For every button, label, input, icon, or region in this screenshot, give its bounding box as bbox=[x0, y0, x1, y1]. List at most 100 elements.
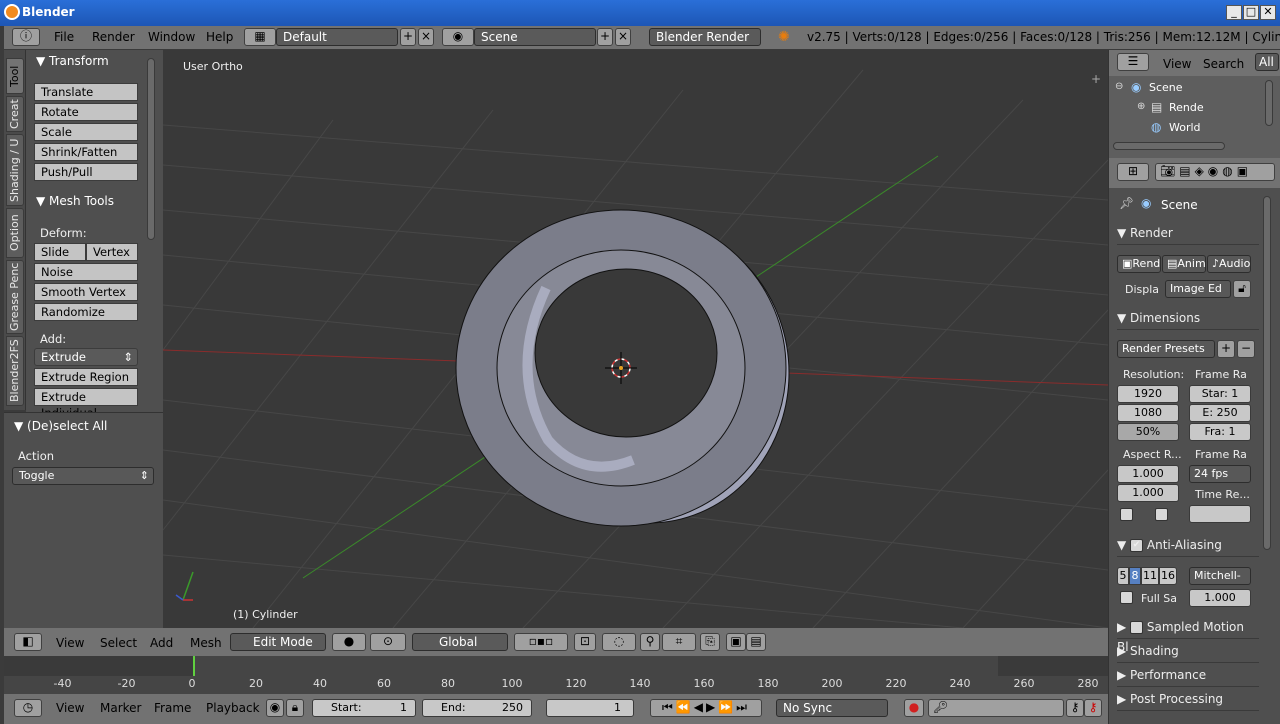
render-animation-button[interactable]: ▤Anim bbox=[1162, 255, 1206, 273]
translate-button[interactable]: Translate bbox=[34, 83, 138, 101]
tab-create[interactable]: Creat bbox=[6, 96, 24, 132]
layout-select[interactable]: Default bbox=[276, 28, 398, 46]
aa-samples-5[interactable]: 5 bbox=[1117, 567, 1129, 585]
tab-blender2fs[interactable]: Blender2FS bbox=[6, 336, 24, 406]
outliner-scene[interactable]: Scene bbox=[1149, 81, 1183, 94]
editor-type-properties-icon[interactable]: ⊞ bbox=[1117, 163, 1149, 181]
mode-select[interactable]: Edit Mode bbox=[230, 633, 326, 651]
menu-view[interactable]: View bbox=[56, 636, 84, 650]
aa-samples-11[interactable]: 11 bbox=[1141, 567, 1159, 585]
occlude-geometry-icon[interactable]: ⊡ bbox=[574, 633, 596, 651]
outliner-menu-search[interactable]: Search bbox=[1203, 57, 1244, 71]
viewport-shading-icon[interactable]: ● bbox=[332, 633, 366, 651]
extrude-dropdown[interactable]: Extrude ⇕ bbox=[34, 348, 138, 366]
dimensions-panel-header[interactable]: ▼ Dimensions bbox=[1117, 308, 1259, 330]
editor-type-timeline-icon[interactable]: ◷ bbox=[14, 699, 42, 717]
layout-icon[interactable]: ▦ bbox=[244, 28, 276, 46]
current-frame-field[interactable]: 1 bbox=[546, 699, 634, 717]
aa-samples-16[interactable]: 16 bbox=[1159, 567, 1177, 585]
render-engine-select[interactable]: Blender Render bbox=[649, 28, 761, 46]
extrude-individual-button[interactable]: Extrude Individual bbox=[34, 388, 138, 420]
editor-type-3d-icon[interactable]: ◧ bbox=[14, 633, 42, 651]
editor-type-outliner-icon[interactable]: ☰ bbox=[1117, 53, 1149, 71]
properties-context-tabs[interactable]: 📷︎▤◈◉◍▣ bbox=[1155, 163, 1275, 181]
3d-viewport[interactable]: User Ortho (1) Cylinder + bbox=[163, 50, 1108, 628]
collapse-icon[interactable]: ⊖ bbox=[1115, 81, 1123, 92]
frame-end-field[interactable]: E: 250 bbox=[1189, 404, 1251, 422]
render-still-button[interactable]: ▣Rend bbox=[1117, 255, 1161, 273]
menu-playback[interactable]: Playback bbox=[206, 701, 260, 715]
crop-checkbox[interactable] bbox=[1155, 508, 1168, 521]
tab-tool[interactable]: Tool bbox=[6, 58, 24, 94]
performance-panel-header[interactable]: ▶ Performance bbox=[1117, 665, 1259, 687]
outliner-v-scrollbar[interactable] bbox=[1265, 80, 1273, 126]
time-remap-field[interactable] bbox=[1189, 505, 1251, 523]
deselect-all-header[interactable]: ▼ (De)select All bbox=[14, 419, 107, 433]
border-checkbox[interactable] bbox=[1120, 508, 1133, 521]
fps-select[interactable]: 24 fps bbox=[1189, 465, 1251, 483]
insert-keyframe-icon[interactable]: ⚷ bbox=[1066, 699, 1084, 717]
frame-step-field[interactable]: Fra: 1 bbox=[1189, 423, 1251, 441]
timeline[interactable]: -40 -20 0 20 40 60 80 100 120 140 160 180 200 220 240 2… bbox=[4, 656, 1108, 694]
outliner-world[interactable]: World bbox=[1169, 121, 1201, 134]
render-presets-select[interactable]: Render Presets bbox=[1117, 340, 1215, 358]
rotate-button[interactable]: Rotate bbox=[34, 103, 138, 121]
resolution-y-field[interactable]: 1080 bbox=[1117, 404, 1179, 422]
smooth-vertex-button[interactable]: Smooth Vertex bbox=[34, 283, 138, 301]
select-mode-icons[interactable]: ▫▪▫ bbox=[514, 633, 568, 651]
snap-element-icon[interactable]: ⌗ bbox=[662, 633, 696, 651]
expand-icon[interactable]: ⊕ bbox=[1137, 101, 1145, 112]
sampled-motion-blur-panel-header[interactable]: ▶ Sampled Motion Bl bbox=[1117, 617, 1259, 654]
scene-remove-icon[interactable]: × bbox=[615, 28, 631, 46]
menu-window[interactable]: Window bbox=[148, 30, 195, 44]
aa-filter-select[interactable]: Mitchell- bbox=[1189, 567, 1251, 585]
aspect-y-field[interactable]: 1.000 bbox=[1117, 484, 1179, 502]
display-select[interactable]: Image Ed bbox=[1165, 280, 1231, 298]
outliner-render-layers[interactable]: Rende bbox=[1169, 101, 1204, 114]
proportional-edit-icon[interactable]: ◌ bbox=[602, 633, 636, 651]
anti-aliasing-checkbox[interactable]: ✔ bbox=[1130, 539, 1144, 552]
editor-type-info-icon[interactable]: ⓘ bbox=[12, 28, 40, 46]
menu-file[interactable]: File bbox=[54, 30, 74, 44]
render-audio-button[interactable]: ♪Audio bbox=[1207, 255, 1251, 273]
extrude-region-button[interactable]: Extrude Region bbox=[34, 368, 138, 386]
shrink-fatten-button[interactable]: Shrink/Fatten bbox=[34, 143, 138, 161]
randomize-button[interactable]: Randomize bbox=[34, 303, 138, 321]
post-processing-panel-header[interactable]: ▶ Post Processing bbox=[1117, 689, 1259, 711]
tab-options[interactable]: Option bbox=[6, 208, 24, 258]
menu-help[interactable]: Help bbox=[206, 30, 233, 44]
menu-frame[interactable]: Frame bbox=[154, 701, 191, 715]
playback-controls[interactable]: ⏮⏪◀▶⏩⏭ bbox=[650, 699, 762, 717]
slide-edge-button[interactable]: Slide Ed bbox=[34, 243, 86, 275]
pin-icon[interactable]: 📌︎ bbox=[1119, 196, 1134, 210]
preview-range-icon[interactable]: ◉ bbox=[266, 699, 284, 717]
preset-remove-icon[interactable]: − bbox=[1237, 340, 1255, 358]
menu-add[interactable]: Add bbox=[150, 636, 173, 650]
shading-panel-header[interactable]: ▶ Shading bbox=[1117, 641, 1259, 663]
resolution-x-field[interactable]: 1920 bbox=[1117, 385, 1179, 403]
frame-start-field[interactable]: Star: 1 bbox=[1189, 385, 1251, 403]
render-anim-icon[interactable]: ▤ bbox=[746, 633, 766, 651]
anti-aliasing-panel-header[interactable]: ▼ ✔ Anti-Aliasing bbox=[1117, 535, 1259, 557]
start-frame-field[interactable]: Start: 1 bbox=[312, 699, 416, 717]
outliner-display-select[interactable]: All bbox=[1255, 53, 1279, 71]
menu-tl-view[interactable]: View bbox=[56, 701, 84, 715]
scene-icon[interactable]: ◉ bbox=[442, 28, 474, 46]
scene-add-icon[interactable]: + bbox=[597, 28, 613, 46]
copy-icon[interactable]: ⎘ bbox=[700, 633, 720, 651]
outliner-menu-view[interactable]: View bbox=[1163, 57, 1191, 71]
lock-interface-icon[interactable]: 🔓︎ bbox=[1233, 280, 1251, 298]
action-select[interactable]: Toggle ⇕ bbox=[12, 467, 154, 485]
tab-grease-pencil[interactable]: Grease Penc bbox=[6, 260, 24, 334]
filter-size-field[interactable]: 1.000 bbox=[1189, 589, 1251, 607]
delete-keyframe-icon[interactable]: ⚷ bbox=[1084, 699, 1102, 717]
lock-icon[interactable]: 🔒︎ bbox=[286, 699, 304, 717]
tab-shading-uv[interactable]: Shading / U bbox=[6, 134, 24, 206]
menu-marker[interactable]: Marker bbox=[100, 701, 141, 715]
transform-panel-header[interactable]: ▼ Transform bbox=[36, 54, 109, 68]
current-frame-marker[interactable] bbox=[193, 656, 195, 676]
maximize-button[interactable]: □ bbox=[1243, 5, 1259, 20]
menu-render[interactable]: Render bbox=[92, 30, 135, 44]
full-sample-checkbox[interactable] bbox=[1120, 591, 1133, 604]
transform-orientation-select[interactable]: Global bbox=[412, 633, 508, 651]
